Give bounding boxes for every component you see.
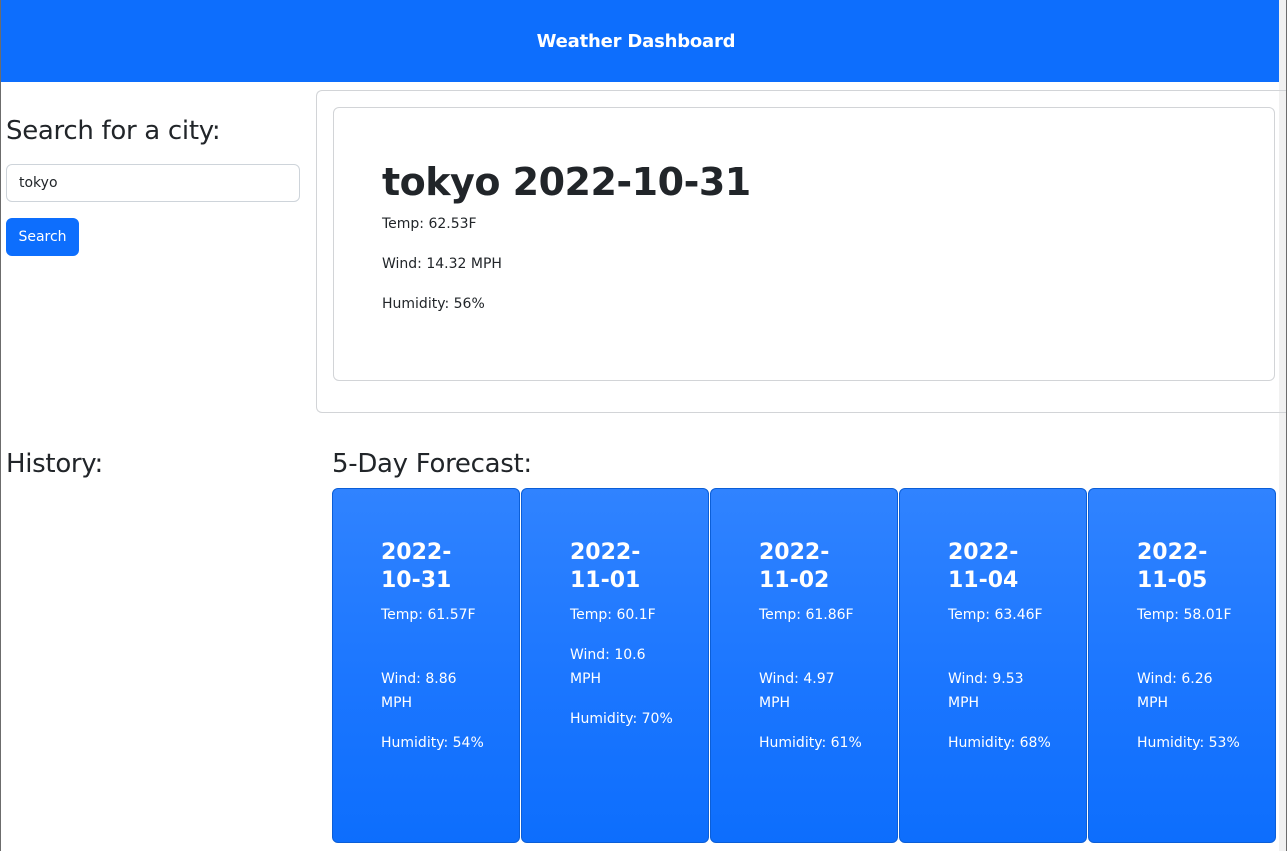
city-search-input[interactable] <box>6 164 300 202</box>
forecast-humidity: Humidity: 54% <box>381 735 484 751</box>
forecast-date: 2022-11-01 <box>570 540 641 593</box>
forecast-wind: Wind: 6.26 MPH <box>1137 671 1213 711</box>
forecast-date: 2022-11-05 <box>1137 540 1208 593</box>
forecast-card: 2022-11-02 Temp: 61.86F Wind: 4.97 MPH H… <box>710 488 898 843</box>
forecast-temp: Temp: 60.1F <box>570 607 656 623</box>
forecast-card: 2022-11-05 Temp: 58.01F Wind: 6.26 MPH H… <box>1088 488 1276 843</box>
forecast-date: 2022-11-04 <box>948 540 1019 593</box>
forecast-wind: Wind: 9.53 MPH <box>948 671 1024 711</box>
forecast-humidity: Humidity: 70% <box>570 711 673 727</box>
app-title: Weather Dashboard <box>536 30 736 52</box>
forecast-temp: Temp: 58.01F <box>1137 607 1232 623</box>
history-heading: History: <box>6 449 103 479</box>
forecast-card: 2022-11-01 Temp: 60.1F Wind: 10.6 MPH Hu… <box>521 488 709 843</box>
current-city-date: tokyo 2022-10-31 <box>382 160 751 204</box>
current-temp: Temp: 62.53F <box>382 216 477 232</box>
forecast-humidity: Humidity: 53% <box>1137 735 1240 751</box>
forecast-row: 2022-10-31 Temp: 61.57F Wind: 8.86 MPH H… <box>332 488 1277 843</box>
forecast-temp: Temp: 61.57F <box>381 607 476 623</box>
current-humidity: Humidity: 56% <box>382 296 485 312</box>
forecast-date: 2022-11-02 <box>759 540 830 593</box>
current-weather-card <box>333 107 1275 381</box>
forecast-wind: Wind: 4.97 MPH <box>759 671 835 711</box>
forecast-wind: Wind: 8.86 MPH <box>381 671 457 711</box>
forecast-card: 2022-11-04 Temp: 63.46F Wind: 9.53 MPH H… <box>899 488 1087 843</box>
forecast-heading: 5-Day Forecast: <box>332 449 532 479</box>
forecast-wind: Wind: 10.6 MPH <box>570 647 646 687</box>
top-navbar: Weather Dashboard <box>1 0 1280 82</box>
forecast-temp: Temp: 61.86F <box>759 607 854 623</box>
browser-viewport: Weather Dashboard Search for a city: Sea… <box>0 0 1287 851</box>
forecast-temp: Temp: 63.46F <box>948 607 1043 623</box>
forecast-card: 2022-10-31 Temp: 61.57F Wind: 8.86 MPH H… <box>332 488 520 843</box>
search-heading: Search for a city: <box>6 116 221 146</box>
forecast-humidity: Humidity: 68% <box>948 735 1051 751</box>
forecast-date: 2022-10-31 <box>381 540 452 593</box>
current-wind: Wind: 14.32 MPH <box>382 256 502 272</box>
forecast-humidity: Humidity: 61% <box>759 735 862 751</box>
search-button[interactable]: Search <box>6 218 79 256</box>
